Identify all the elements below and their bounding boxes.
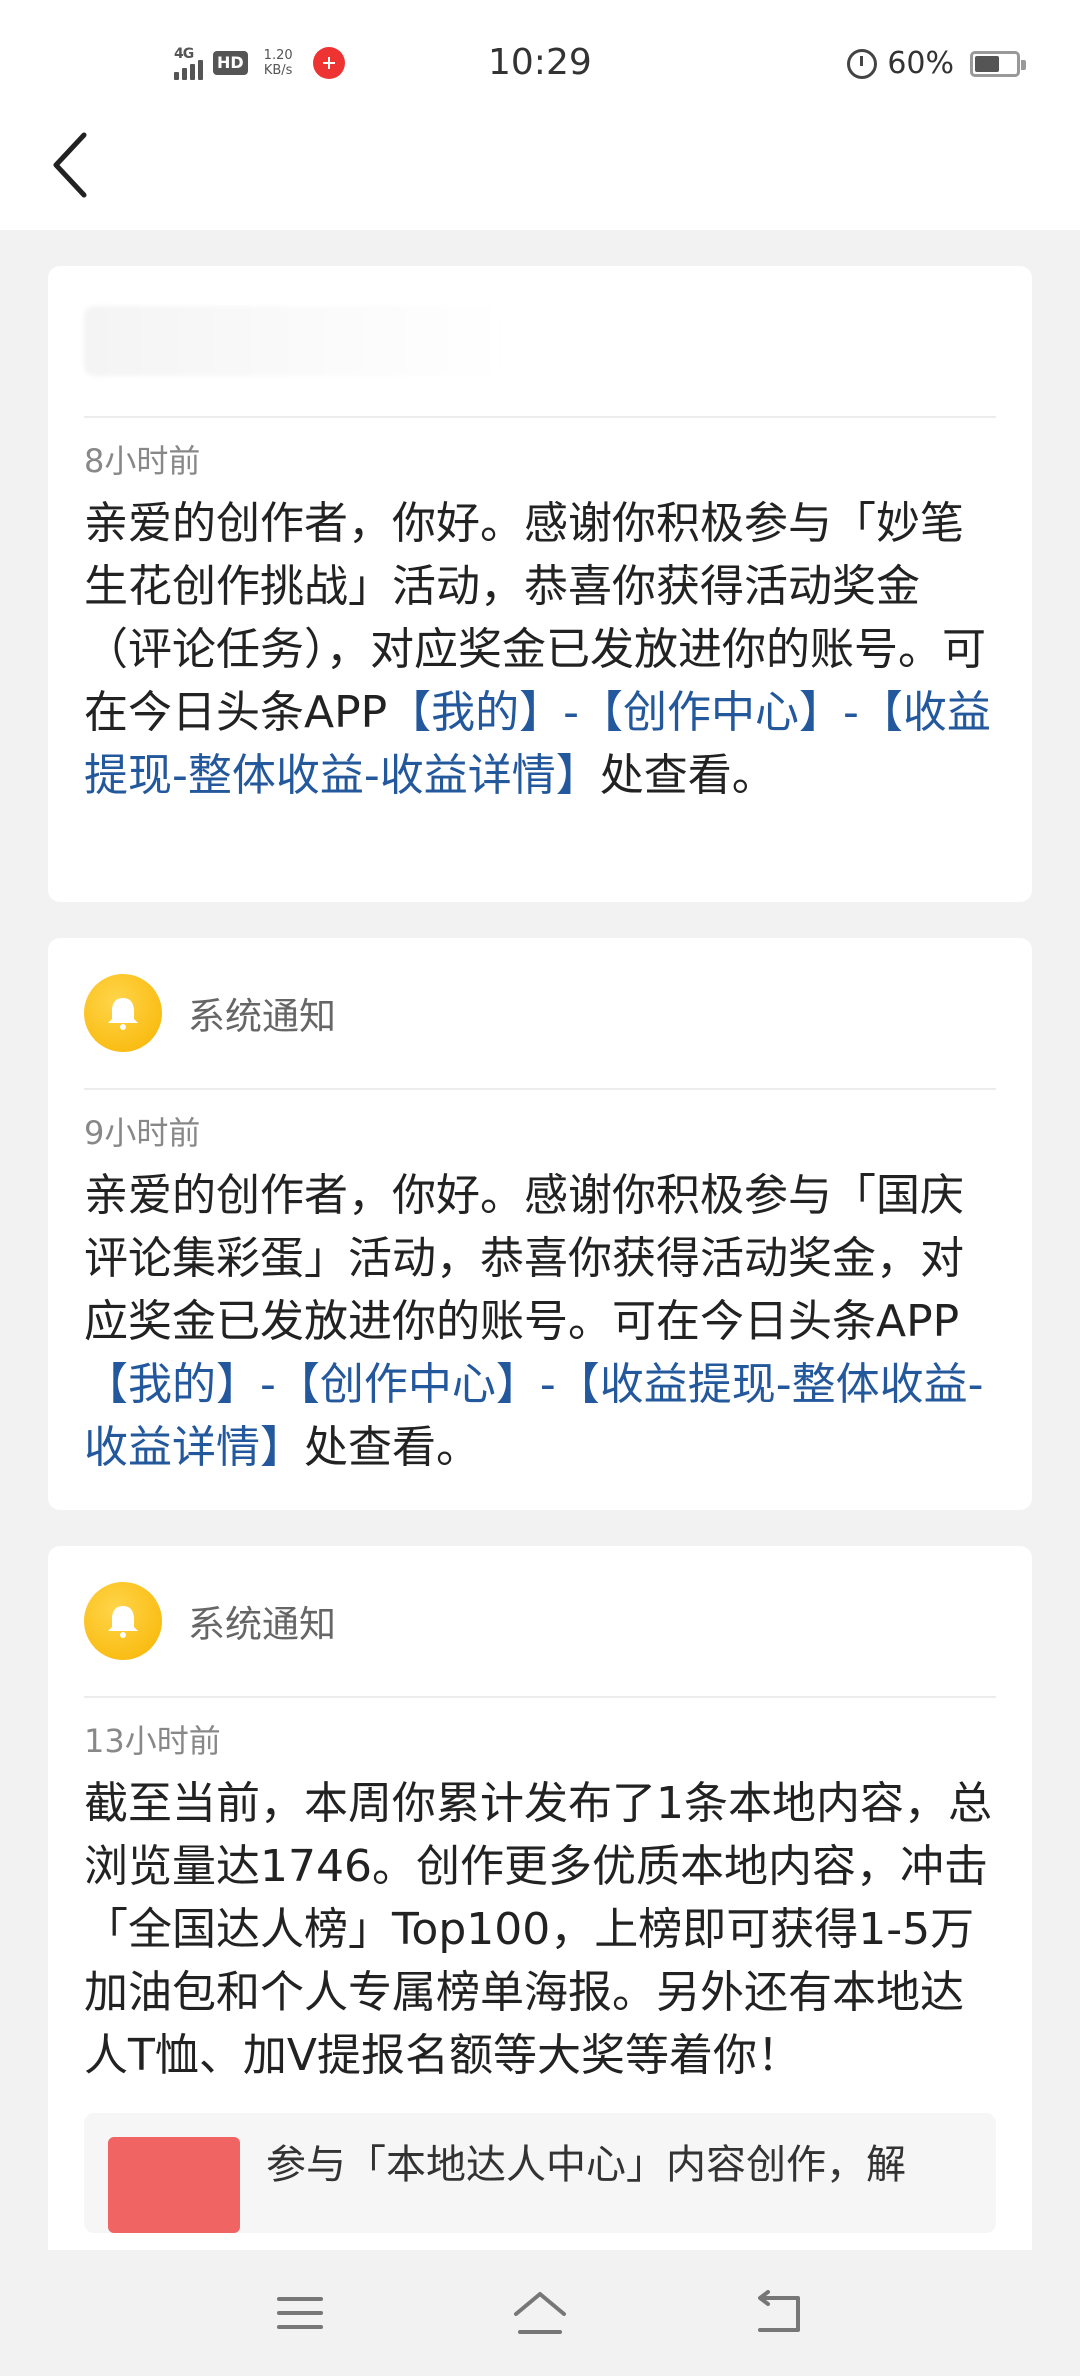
menu-button[interactable] (260, 2273, 340, 2353)
message-body: 截至当前，本周你累计发布了1条本地内容，总浏览量达1746。创作更多优质本地内容… (84, 1772, 996, 2087)
chevron-left-icon (53, 132, 87, 198)
return-button[interactable] (740, 2273, 820, 2353)
blurred-sender (84, 306, 504, 376)
message-text: 亲爱的创作者，你好。感谢你积极参与「国庆评论集彩蛋」活动，恭喜你获得活动奖金，对… (84, 1170, 964, 1347)
preview-title: 参与「本地达人中心」内容创作，解 (266, 2142, 906, 2188)
message-text: 处查看。 (304, 1422, 480, 1473)
header (0, 135, 1080, 230)
link-preview[interactable]: 参与「本地达人中心」内容创作，解 (84, 2113, 996, 2233)
sender-name: 系统通知 (188, 1603, 336, 1646)
message-card[interactable]: 系统通知 13小时前 截至当前，本周你累计发布了1条本地内容，总浏览量达1746… (48, 1546, 1032, 2266)
battery-icon (970, 50, 1026, 77)
preview-thumbnail (108, 2137, 240, 2233)
message-card[interactable]: 8小时前 亲爱的创作者，你好。感谢你积极参与「妙笔生花创作挑战」活动，恭喜你获得… (48, 266, 1032, 902)
home-button[interactable] (500, 2273, 580, 2353)
card-header (84, 266, 996, 418)
message-time: 9小时前 (84, 1114, 201, 1152)
signal-icon: 4G (174, 46, 203, 80)
bell-icon (108, 998, 138, 1030)
bell-icon (108, 1606, 138, 1638)
message-text: 处查看。 (599, 750, 776, 801)
network-type: 4G (174, 46, 194, 62)
message-body: 亲爱的创作者，你好。感谢你积极参与「国庆评论集彩蛋」活动，恭喜你获得活动奖金，对… (84, 1164, 996, 1479)
app-notification-icon (312, 47, 345, 79)
clock: 10:29 (488, 42, 592, 83)
message-body: 亲爱的创作者，你好。感谢你积极参与「妙笔生花创作挑战」活动，恭喜你获得活动奖金（… (84, 492, 996, 807)
message-card[interactable]: 系统通知 9小时前 亲爱的创作者，你好。感谢你积极参与「国庆评论集彩蛋」活动，恭… (48, 938, 1032, 1510)
sender-avatar (84, 974, 162, 1052)
card-header: 系统通知 (84, 1546, 996, 1698)
status-right: 60% (847, 46, 1026, 81)
speed-unit: KB/s (263, 63, 293, 78)
alarm-icon (847, 48, 878, 79)
system-nav-bar (0, 2250, 1080, 2376)
message-time: 13小时前 (84, 1722, 221, 1760)
back-button[interactable] (48, 125, 98, 205)
speed-value: 1.20 (263, 48, 293, 63)
sender-avatar (84, 1582, 162, 1660)
battery-fill (975, 55, 999, 72)
back-arrow-icon (758, 2290, 800, 2332)
hd-badge: HD (213, 51, 248, 75)
battery-percent: 60% (887, 46, 954, 81)
card-header: 系统通知 (84, 938, 996, 1090)
message-time: 8小时前 (84, 442, 201, 480)
message-text: 截至当前，本周你累计发布了1条本地内容，总浏览量达1746。创作更多优质本地内容… (84, 1778, 992, 2081)
status-left: 4G HD 1.20 KB/s (174, 46, 345, 80)
home-icon (514, 2292, 566, 2334)
message-link[interactable]: 【我的】-【创作中心】-【收益提现-整体收益-收益详情】 (84, 1359, 984, 1473)
sender-name: 系统通知 (188, 995, 336, 1038)
network-speed: 1.20 KB/s (264, 48, 293, 78)
status-bar: 4G HD 1.20 KB/s 10:29 60% (0, 0, 1080, 135)
menu-icon (277, 2297, 323, 2329)
